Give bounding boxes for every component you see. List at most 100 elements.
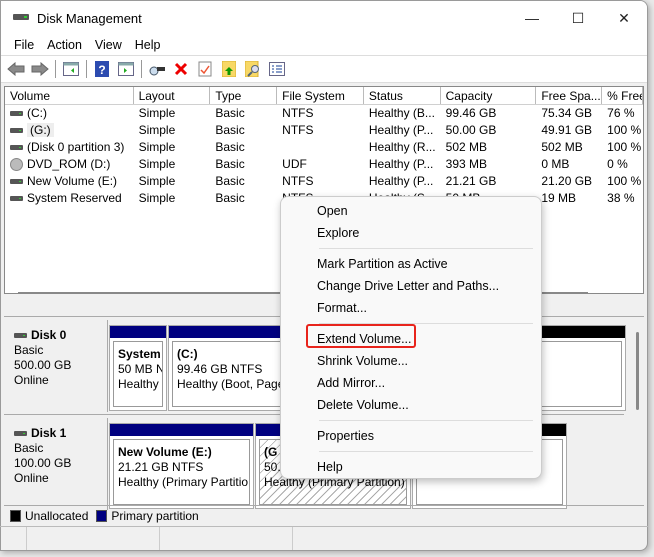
cell-volume: DVD_ROM (D:): [5, 156, 134, 173]
menu-item-mark-partition-as-active[interactable]: Mark Partition as Active: [281, 253, 541, 275]
disk-state: Online: [14, 373, 49, 387]
cell-volume: (C:): [5, 105, 134, 122]
column-header-percent-free[interactable]: % Free: [602, 87, 643, 104]
disk-size: 100.00 GB: [14, 456, 72, 470]
console-tree-icon[interactable]: [62, 60, 80, 78]
legend-swatch-unallocated: [10, 509, 21, 522]
volume-list-row[interactable]: (Disk 0 partition 3) Simple Basic Healthy (…: [5, 139, 643, 156]
cell-type: Basic: [215, 140, 245, 154]
folder-up-icon[interactable]: [220, 60, 238, 78]
column-header-status[interactable]: Status: [364, 87, 441, 104]
partition-status: Healthy (Primary Partitio: [118, 475, 249, 489]
status-bar: [0, 526, 648, 550]
menu-item-open[interactable]: Open: [281, 200, 541, 222]
disk-name: Disk 1: [31, 426, 67, 440]
check-icon[interactable]: [196, 60, 214, 78]
cell-file-system: NTFS: [282, 106, 314, 120]
folder-search-icon[interactable]: [244, 60, 262, 78]
disk-management-app-icon: [13, 12, 29, 24]
cell-layout: Simple: [138, 191, 176, 205]
partition-status: Healthy: [118, 377, 159, 391]
cell-type: Basic: [215, 123, 245, 137]
menu-item-add-mirror[interactable]: Add Mirror...: [281, 372, 541, 394]
cell-type: Basic: [215, 157, 245, 171]
menu-separator: [319, 420, 533, 421]
menu-separator: [319, 248, 533, 249]
cell-free-space: 49.91 GB: [541, 123, 593, 137]
legend: Unallocated Primary partition: [4, 505, 644, 525]
cell-volume: New Volume (E:): [5, 173, 134, 190]
column-header-file-system[interactable]: File System: [277, 87, 364, 104]
svg-text:?: ?: [98, 63, 105, 77]
action-pane-icon[interactable]: [117, 60, 135, 78]
close-button[interactable]: ✕: [601, 1, 647, 35]
cell-file-system: NTFS: [282, 174, 314, 188]
properties-list-icon[interactable]: [268, 60, 286, 78]
volume-list-row[interactable]: DVD_ROM (D:) Simple Basic UDF Healthy (P... 3…: [5, 156, 643, 173]
menu-separator: [319, 323, 533, 324]
drive-icon: [10, 128, 23, 134]
menu-item-delete-volume[interactable]: Delete Volume...: [281, 394, 541, 416]
disk-1-info[interactable]: Disk 1 Basic 100.00 GB Online: [6, 418, 108, 510]
menu-item-change-drive-letter-and-paths[interactable]: Change Drive Letter and Paths...: [281, 275, 541, 297]
cell-file-system: [277, 139, 364, 156]
menu-file[interactable]: File: [9, 38, 42, 52]
toolbar-separator: [55, 60, 56, 78]
menu-item-shrink-volume[interactable]: Shrink Volume...: [281, 350, 541, 372]
volume-list-row[interactable]: (C:) Simple Basic NTFS Healthy (B... 99.46 GB…: [5, 105, 643, 122]
cell-status: Healthy (P...: [368, 123, 434, 137]
menu-separator: [319, 451, 533, 452]
cell-percent-free: 0 %: [607, 157, 628, 171]
volume-list-row[interactable]: (G:) Simple Basic NTFS Healthy (P... 50.00 GB…: [5, 122, 643, 139]
column-header-free-space[interactable]: Free Spa...: [536, 87, 603, 104]
maximize-button[interactable]: ☐: [555, 1, 601, 35]
column-header-layout[interactable]: Layout: [134, 87, 211, 104]
column-header-type[interactable]: Type: [210, 87, 278, 104]
delete-icon[interactable]: [172, 60, 190, 78]
cell-volume: (Disk 0 partition 3): [5, 139, 134, 156]
disk-0-info[interactable]: Disk 0 Basic 500.00 GB Online: [6, 320, 108, 412]
legend-label-primary: Primary partition: [111, 508, 199, 523]
legend-swatch-primary: [96, 509, 108, 522]
cell-free-space: 0 MB: [541, 157, 570, 171]
minimize-button[interactable]: —: [509, 1, 555, 35]
cell-type: Basic: [215, 191, 245, 205]
menu-item-help[interactable]: Help: [281, 456, 541, 478]
partition-system-reserved[interactable]: System 50 MB N Healthy: [109, 325, 167, 411]
cell-percent-free: 76 %: [607, 106, 635, 120]
volume-list-row[interactable]: New Volume (E:) Simple Basic NTFS Healthy (P…: [5, 173, 643, 190]
cell-layout: Simple: [138, 157, 176, 171]
cell-status: Healthy (P...: [368, 157, 434, 171]
menu-item-extend-volume[interactable]: Extend Volume...: [281, 328, 541, 350]
menu-item-format[interactable]: Format...: [281, 297, 541, 319]
cell-status: Healthy (R...: [368, 140, 436, 154]
window-title: Disk Management: [37, 10, 142, 26]
connect-disk-icon[interactable]: [148, 60, 166, 78]
forward-icon[interactable]: [31, 60, 49, 78]
legend-label-unallocated: Unallocated: [25, 508, 89, 523]
help-icon[interactable]: ?: [93, 60, 111, 78]
vertical-scrollbar[interactable]: [636, 332, 639, 410]
toolbar-separator: [141, 60, 142, 78]
cell-volume: System Reserved: [5, 190, 134, 207]
volume-name: (Disk 0 partition 3): [27, 140, 125, 154]
cell-capacity: 393 MB: [445, 157, 488, 171]
menu-help[interactable]: Help: [130, 38, 169, 52]
column-header-volume[interactable]: Volume: [5, 87, 134, 104]
cell-status: Healthy (P...: [368, 174, 434, 188]
disk-type: Basic: [14, 441, 44, 455]
cell-percent-free: 100 %: [607, 140, 642, 154]
cell-status: Healthy (B...: [368, 106, 435, 120]
primary-partition-bar: [110, 326, 166, 338]
menu-view[interactable]: View: [90, 38, 130, 52]
partition-e[interactable]: New Volume (E:) 21.21 GB NTFS Healthy (P…: [109, 423, 254, 509]
cell-volume: (G:): [5, 122, 134, 139]
partition-size: 21.21 GB NTFS: [118, 460, 204, 474]
cell-capacity: 21.21 GB: [445, 174, 497, 188]
menu-item-properties[interactable]: Properties: [281, 425, 541, 447]
menu-item-explore[interactable]: Explore: [281, 222, 541, 244]
cell-layout: Simple: [138, 106, 176, 120]
menu-action[interactable]: Action: [42, 38, 90, 52]
back-icon[interactable]: [7, 60, 25, 78]
column-header-capacity[interactable]: Capacity: [441, 87, 537, 104]
